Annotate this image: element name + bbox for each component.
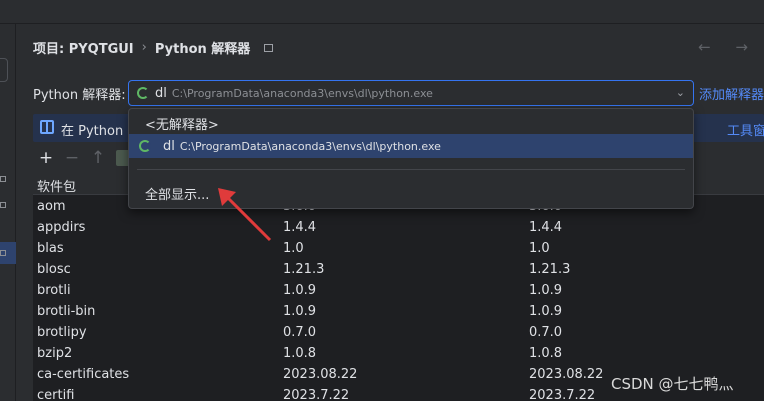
watermark: CSDN @七七鸭灬 — [611, 375, 734, 393]
package-name: certifi — [37, 388, 75, 401]
package-version: 1.0.9 — [283, 283, 317, 298]
table-row[interactable]: blas 1.0 1.0 — [33, 239, 764, 260]
breadcrumb: 项目: PYQTGUI › Python 解释器 — [33, 38, 274, 57]
show-all-label: 全部显示... — [145, 187, 210, 203]
scope-icon — [264, 43, 274, 52]
loading-spinner-icon — [139, 140, 151, 152]
interpreter-path: C:\ProgramData\anaconda3\envs\dl\python.… — [171, 86, 433, 100]
add-interpreter-link[interactable]: 添加解释器 — [699, 84, 764, 103]
dropdown-option-no-interpreter[interactable]: <无解释器> — [129, 111, 693, 135]
package-name: bzip2 — [37, 346, 73, 361]
loading-spinner-icon — [137, 87, 149, 99]
package-version: 1.21.3 — [283, 262, 325, 277]
package-latest-version: 1.4.4 — [529, 220, 563, 235]
package-version: 1.0.9 — [283, 304, 317, 319]
gift-icon — [40, 120, 54, 134]
banner-text: 在 Python — [61, 124, 124, 139]
package-name: ca-certificates — [37, 367, 130, 382]
package-version: 1.0.8 — [283, 346, 317, 361]
rail-item-icon[interactable] — [0, 176, 6, 182]
interpreter-name: dl — [155, 85, 167, 101]
no-interpreter-label: <无解释器> — [145, 117, 219, 133]
breadcrumb-project[interactable]: 项目: PYQTGUI — [33, 38, 134, 57]
add-package-button[interactable]: + — [38, 149, 54, 167]
package-name: blas — [37, 241, 64, 256]
interpreter-combobox[interactable]: dl C:\ProgramData\anaconda3\envs\dl\pyth… — [128, 80, 694, 106]
upgrade-package-button[interactable]: ↑ — [90, 149, 106, 167]
package-name: blosc — [37, 262, 71, 277]
column-header-package[interactable]: 软件包 — [37, 176, 76, 195]
breadcrumb-page: Python 解释器 — [154, 42, 251, 57]
banner-tool-window-link[interactable]: 工具窗口 — [727, 120, 764, 139]
table-row[interactable]: brotli 1.0.9 1.0.9 — [33, 281, 764, 302]
breadcrumb-separator: › — [141, 40, 147, 55]
remove-package-button[interactable]: − — [64, 149, 80, 167]
top-strip — [0, 0, 764, 24]
dropdown-item-path: C:\ProgramData\anaconda3\envs\dl\python.… — [179, 139, 441, 153]
dropdown-separator — [137, 169, 685, 170]
table-row[interactable]: bzip2 1.0.8 1.0.8 — [33, 344, 764, 365]
dropdown-item-name: dl — [163, 138, 175, 154]
rail-item-icon[interactable] — [0, 202, 6, 208]
left-rail — [0, 24, 16, 401]
nav-arrows[interactable]: ← → — [698, 38, 758, 56]
table-row[interactable]: brotlipy 0.7.0 0.7.0 — [33, 323, 764, 344]
package-latest-version: 1.0.9 — [529, 304, 563, 319]
package-latest-version: 1.0.9 — [529, 283, 563, 298]
package-latest-version: 2023.7.22 — [529, 388, 596, 401]
rail-search-box[interactable] — [0, 58, 8, 82]
package-name: brotlipy — [37, 325, 87, 340]
rail-item-icon[interactable] — [0, 250, 6, 256]
package-latest-version: 1.21.3 — [529, 262, 571, 277]
annotation-arrow-icon — [218, 188, 272, 242]
package-toolbar: + − ↑ — [33, 146, 130, 170]
package-version: 1.4.4 — [283, 220, 317, 235]
package-name: aom — [37, 199, 66, 214]
package-name: appdirs — [37, 220, 86, 235]
package-latest-version: 1.0 — [529, 241, 550, 256]
package-name: brotli-bin — [37, 304, 96, 319]
package-latest-version: 1.0.8 — [529, 346, 563, 361]
package-version: 2023.7.22 — [283, 388, 350, 401]
interpreter-label: Python 解释器: — [33, 88, 126, 103]
table-row[interactable]: brotli-bin 1.0.9 1.0.9 — [33, 302, 764, 323]
chevron-down-icon[interactable]: ⌄ — [676, 86, 685, 99]
dropdown-option-dl[interactable]: dl C:\ProgramData\anaconda3\envs\dl\pyth… — [129, 134, 693, 158]
table-row[interactable]: appdirs 1.4.4 1.4.4 — [33, 218, 764, 239]
package-version: 2023.08.22 — [283, 367, 358, 382]
package-latest-version: 2023.08.22 — [529, 367, 604, 382]
package-version: 1.0 — [283, 241, 304, 256]
table-row[interactable]: blosc 1.21.3 1.21.3 — [33, 260, 764, 281]
package-latest-version: 0.7.0 — [529, 325, 563, 340]
package-version: 0.7.0 — [283, 325, 317, 340]
package-name: brotli — [37, 283, 71, 298]
